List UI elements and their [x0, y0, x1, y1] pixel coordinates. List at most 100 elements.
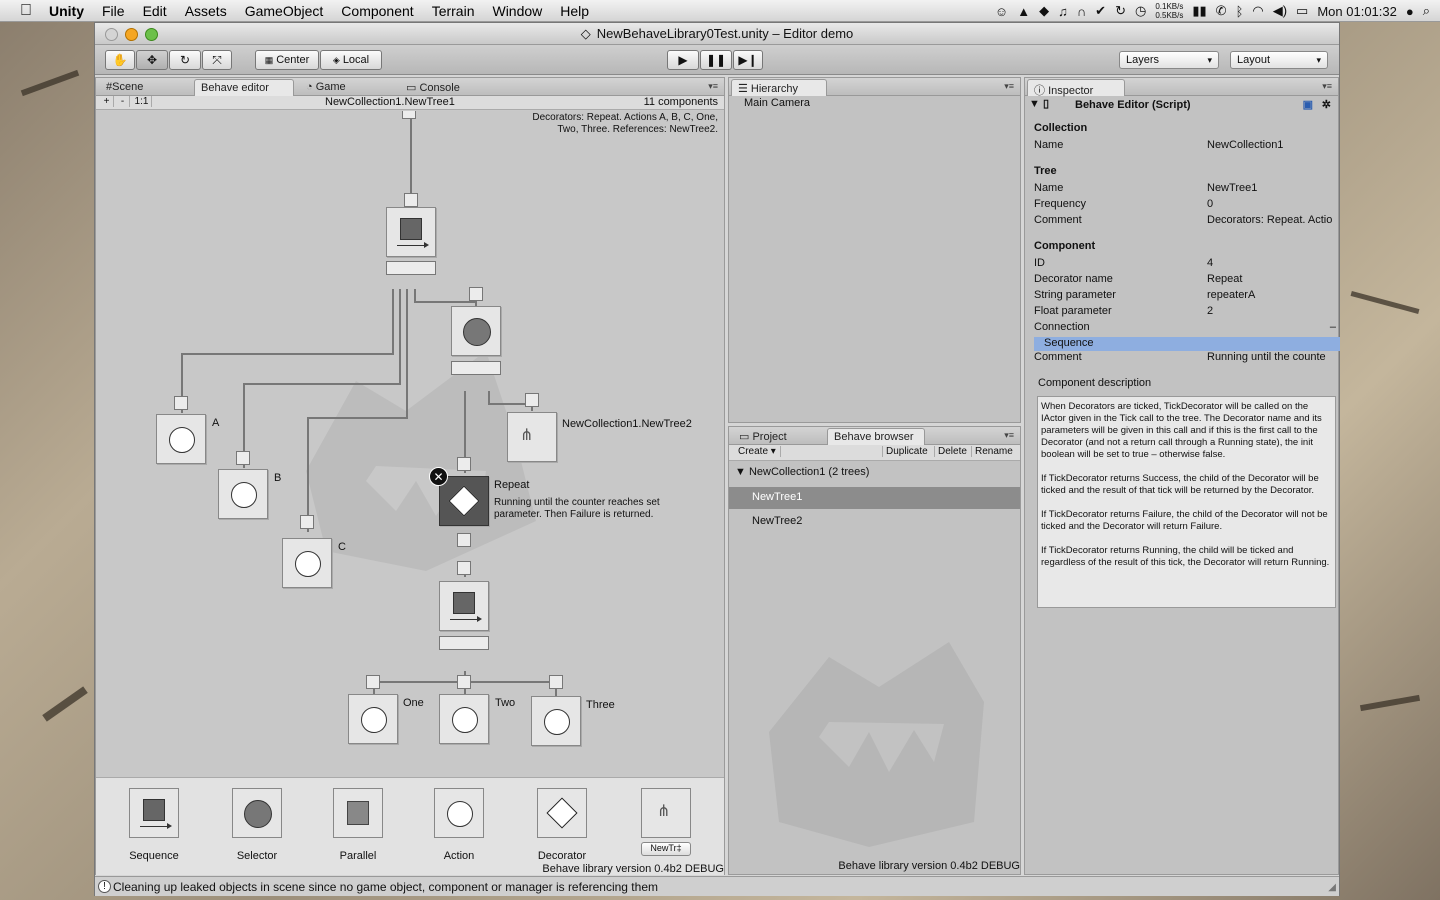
volume-icon[interactable]: ◀) [1273, 3, 1287, 19]
tree-reference-dropdown[interactable]: NewTr‡ [641, 842, 691, 856]
wifi-icon[interactable]: ◠ [1252, 3, 1263, 19]
action-node-c[interactable] [282, 538, 332, 588]
panel-menu-icon[interactable]: ▾≡ [708, 81, 718, 92]
node-input-port[interactable] [457, 561, 471, 575]
hierarchy-item[interactable]: Main Camera [744, 97, 810, 109]
hand-tool-button[interactable]: ✋ [105, 50, 135, 70]
palette-action[interactable] [434, 788, 484, 838]
description-box[interactable]: When Decorators are ticked, TickDecorato… [1037, 396, 1336, 608]
root-port[interactable] [402, 111, 416, 119]
action-node-a[interactable] [156, 414, 206, 464]
apple-menu-icon[interactable]:  [12, 2, 40, 20]
music-icon[interactable]: ♫ [1058, 4, 1068, 19]
component-comment-field[interactable]: Running until the counte [1207, 351, 1326, 363]
connection-item-selected[interactable]: Sequence [1034, 337, 1340, 351]
tree-item[interactable]: NewTree2 [752, 515, 802, 527]
robot-status-icon[interactable]: ☺ [995, 4, 1008, 19]
node-input-port[interactable] [525, 393, 539, 407]
window-titlebar[interactable]: ◇ NewBehaveLibrary0Test.unity – Editor d… [95, 23, 1339, 45]
palette-selector[interactable] [232, 788, 282, 838]
close-window-button[interactable] [105, 28, 118, 41]
panel-menu-icon[interactable]: ▾≡ [1322, 81, 1332, 92]
float-parameter-field[interactable]: 2 [1207, 305, 1213, 317]
decorator-name-field[interactable]: Repeat [1207, 273, 1242, 285]
menu-window[interactable]: Window [483, 3, 551, 19]
rename-button[interactable]: Rename [971, 446, 1016, 457]
scale-tool-button[interactable]: ⤧ [202, 50, 232, 70]
tab-game[interactable]: ◔ Game [300, 79, 352, 96]
node-output-bar[interactable] [439, 636, 489, 650]
action-node-three[interactable] [531, 696, 581, 746]
play-button[interactable]: ▶ [667, 50, 699, 70]
node-input-port[interactable] [457, 675, 471, 689]
frequency-field[interactable]: 0 [1207, 198, 1213, 210]
palette-parallel[interactable] [333, 788, 383, 838]
node-input-port[interactable] [366, 675, 380, 689]
sync-icon[interactable]: ↻ [1115, 3, 1126, 19]
tab-behave-browser[interactable]: Behave browser [827, 428, 925, 445]
palette-sequence[interactable] [129, 788, 179, 838]
resize-grip-icon[interactable]: ◢ [1328, 882, 1336, 893]
bluetooth-icon[interactable]: ᛒ [1236, 4, 1244, 19]
menu-assets[interactable]: Assets [176, 3, 236, 19]
tab-hierarchy[interactable]: ☰ Hierarchy [731, 79, 827, 96]
decorator-node-repeat[interactable] [439, 476, 489, 526]
script-header[interactable]: ▼ ▯ Behave Editor (Script) ▣ ✲ [1029, 96, 1337, 114]
node-output-bar[interactable] [451, 361, 501, 375]
zoom-window-button[interactable] [145, 28, 158, 41]
node-input-port[interactable] [236, 451, 250, 465]
collection-name-field[interactable]: NewCollection1 [1207, 139, 1283, 151]
tree-item-selected[interactable]: NewTree1 [729, 487, 1020, 509]
zoom-in-button[interactable]: + [100, 96, 114, 107]
dropbox-icon[interactable]: ◆ [1039, 3, 1049, 19]
tree-name-field[interactable]: NewTree1 [1207, 182, 1257, 194]
time-machine-icon[interactable]: ◷ [1135, 3, 1146, 19]
tree-comment-field[interactable]: Decorators: Repeat. Actio [1207, 214, 1332, 226]
cpu-meter-icon[interactable]: ▮▮ [1192, 3, 1206, 19]
menu-terrain[interactable]: Terrain [423, 3, 484, 19]
panel-menu-icon[interactable]: ▾≡ [1004, 430, 1014, 441]
layers-dropdown[interactable]: Layers [1119, 51, 1219, 69]
action-node-one[interactable] [348, 694, 398, 744]
palette-decorator[interactable] [537, 788, 587, 838]
node-output-port[interactable] [457, 533, 471, 547]
clock[interactable]: Mon 01:01:32 [1317, 4, 1397, 19]
node-input-port[interactable] [300, 515, 314, 529]
pause-button[interactable]: ❚❚ [700, 50, 732, 70]
tab-inspector[interactable]: ⓘ Inspector [1027, 79, 1125, 97]
minimize-window-button[interactable] [125, 28, 138, 41]
tab-console[interactable]: ▭ Console [400, 79, 466, 96]
battery-icon[interactable]: ▭ [1296, 3, 1308, 19]
node-input-port[interactable] [457, 457, 471, 471]
phone-icon[interactable]: ✆ [1216, 3, 1227, 19]
string-parameter-field[interactable]: repeaterA [1207, 289, 1255, 301]
tab-project[interactable]: ▭ Project [733, 428, 793, 445]
delete-node-icon[interactable]: ✕ [429, 467, 448, 486]
palette-tree-reference[interactable]: ⋔ [641, 788, 691, 838]
sequence-node[interactable] [386, 207, 436, 257]
node-input-port[interactable] [469, 287, 483, 301]
headphones-icon[interactable]: ∩ [1077, 4, 1086, 19]
action-node-b[interactable] [218, 469, 268, 519]
gear-icon[interactable]: ✲ [1322, 98, 1331, 111]
pivot-center-button[interactable]: ▦ Center [255, 50, 319, 70]
tree-canvas[interactable]: Decorators: Repeat. Actions A, B, C, One… [96, 111, 724, 777]
move-tool-button[interactable]: ✥ [136, 50, 168, 70]
panel-menu-icon[interactable]: ▾≡ [1004, 81, 1014, 92]
spotlight-search-icon[interactable]: ⌕ [1423, 3, 1430, 19]
zoom-reset-button[interactable]: 1:1 [132, 96, 152, 107]
tab-behave-editor[interactable]: Behave editor [194, 79, 294, 96]
user-icon[interactable]: ● [1406, 4, 1414, 19]
menu-edit[interactable]: Edit [134, 3, 176, 19]
connection-remove-button[interactable]: – [1330, 321, 1336, 333]
menu-help[interactable]: Help [551, 3, 598, 19]
vlc-icon[interactable]: ▲ [1017, 4, 1030, 19]
collection-item[interactable]: ▼ NewCollection1 (2 trees) [735, 466, 869, 478]
menu-app[interactable]: Unity [40, 3, 93, 19]
layout-dropdown[interactable]: Layout [1230, 51, 1328, 69]
pivot-local-button[interactable]: ◈ Local [320, 50, 382, 70]
zoom-out-button[interactable]: - [116, 96, 130, 107]
step-button[interactable]: ▶❙ [733, 50, 763, 70]
check-icon[interactable]: ✔ [1095, 3, 1106, 19]
tab-scene[interactable]: #Scene [100, 79, 149, 96]
